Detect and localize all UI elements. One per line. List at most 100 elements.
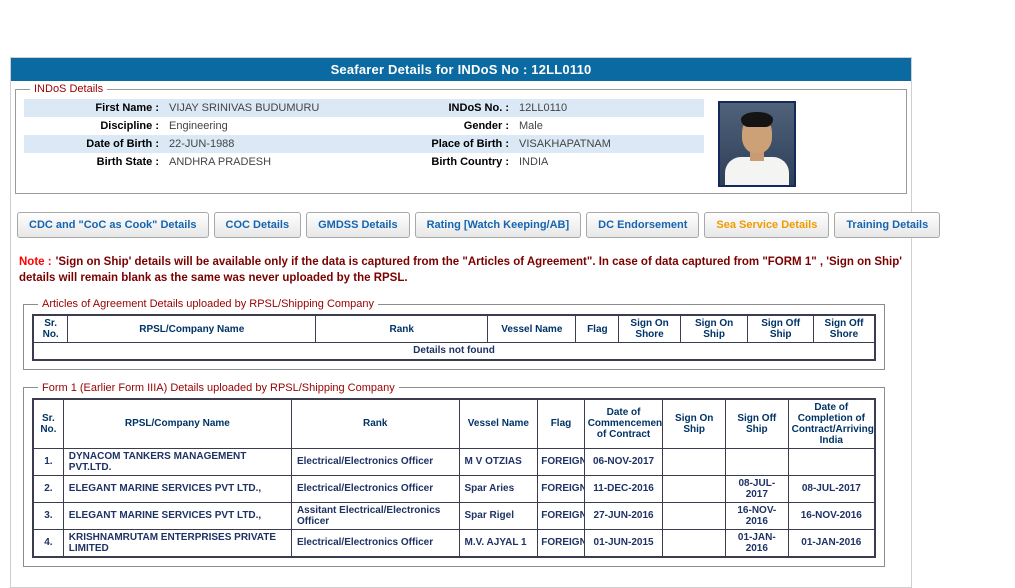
column-header: Date of Commencement of Contract: [584, 399, 663, 449]
cell-flag: FOREIGN: [538, 475, 584, 502]
date-of-birth-label: Date of Birth :: [24, 135, 164, 153]
column-header: Sr. No.: [33, 315, 68, 343]
first-name-value: VIJAY SRINIVAS BUDUMURU: [164, 99, 394, 117]
cell-vessel: Spar Rigel: [459, 502, 538, 529]
cell-completion-date: 08-JUL-2017: [788, 475, 875, 502]
cell-rank: Electrical/Electronics Officer: [291, 448, 459, 475]
cell-company: ELEGANT MARINE SERVICES PVT LTD.,: [63, 475, 291, 502]
birth-country-label: Birth Country :: [394, 153, 514, 171]
cell-sr-no: 3.: [33, 502, 63, 529]
column-header: RPSL/Company Name: [63, 399, 291, 449]
gender-label: Gender :: [394, 117, 514, 135]
first-name-label: First Name :: [24, 99, 164, 117]
note-body: 'Sign on Ship' details will be available…: [19, 256, 902, 284]
cell-completion-date: 01-JAN-2016: [788, 529, 875, 557]
indos-details-table: First Name : VIJAY SRINIVAS BUDUMURU IND…: [24, 99, 704, 171]
tab-sea-service-details[interactable]: Sea Service Details: [704, 212, 829, 238]
table-row: 2. ELEGANT MARINE SERVICES PVT LTD., Ele…: [33, 475, 875, 502]
column-header: Sign On Shore: [619, 315, 680, 343]
cell-completion-date: [788, 448, 875, 475]
tab-training-details[interactable]: Training Details: [834, 212, 940, 238]
birth-state-value: ANDHRA PRADESH: [164, 153, 394, 171]
form1-legend: Form 1 (Earlier Form IIIA) Details uploa…: [38, 382, 399, 394]
articles-of-agreement-table: Sr. No. RPSL/Company Name Rank Vessel Na…: [32, 314, 876, 361]
note-label: Note :: [19, 256, 52, 268]
cell-flag: FOREIGN: [538, 529, 584, 557]
place-of-birth-value: VISAKHAPATNAM: [514, 135, 704, 153]
column-header: Vessel Name: [488, 315, 576, 343]
column-header: Flag: [538, 399, 584, 449]
table-row: 3. ELEGANT MARINE SERVICES PVT LTD., Ass…: [33, 502, 875, 529]
page-title: Seafarer Details for INDoS No : 12LL0110: [11, 58, 911, 81]
gender-value: Male: [514, 117, 704, 135]
articles-of-agreement-legend: Articles of Agreement Details uploaded b…: [38, 298, 378, 310]
cell-rank: Assitant Electrical/Electronics Officer: [291, 502, 459, 529]
photo-hair-graphic: [741, 112, 773, 127]
tab-cdc-coc-as-cook-details[interactable]: CDC and "CoC as Cook" Details: [17, 212, 209, 238]
column-header: Sr. No.: [33, 399, 63, 449]
table-row: 4. KRISHNAMRUTAM ENTERPRISES PRIVATE LIM…: [33, 529, 875, 557]
column-header: Sign On Ship: [680, 315, 748, 343]
birth-country-value: INDIA: [514, 153, 704, 171]
cell-sign-on-ship: [663, 502, 726, 529]
indos-no-value: 12LL0110: [514, 99, 704, 117]
cell-completion-date: 16-NOV-2016: [788, 502, 875, 529]
column-header: Sign Off Ship: [748, 315, 814, 343]
place-of-birth-label: Place of Birth :: [394, 135, 514, 153]
photo-shirt-graphic: [725, 157, 789, 187]
column-header: Date of Completion of Contract/Arriving …: [788, 399, 875, 449]
table-row: Discipline : Engineering Gender : Male: [24, 117, 704, 135]
cell-company: DYNACOM TANKERS MANAGEMENT PVT.LTD.: [63, 448, 291, 475]
cell-sign-on-ship: [663, 529, 726, 557]
birth-state-label: Birth State :: [24, 153, 164, 171]
discipline-label: Discipline :: [24, 117, 164, 135]
cell-company: KRISHNAMRUTAM ENTERPRISES PRIVATE LIMITE…: [63, 529, 291, 557]
articles-of-agreement-section: Articles of Agreement Details uploaded b…: [23, 298, 885, 370]
tab-gmdss-details[interactable]: GMDSS Details: [306, 212, 409, 238]
cell-commencement-date: 06-NOV-2017: [584, 448, 663, 475]
column-header: Rank: [316, 315, 488, 343]
cell-sign-on-ship: [663, 448, 726, 475]
column-header: RPSL/Company Name: [68, 315, 316, 343]
cell-sr-no: 2.: [33, 475, 63, 502]
cell-rank: Electrical/Electronics Officer: [291, 529, 459, 557]
cell-vessel: M V OTZIAS: [459, 448, 538, 475]
cell-flag: FOREIGN: [538, 502, 584, 529]
cell-sign-off-ship: 01-JAN-2016: [726, 529, 789, 557]
cell-sr-no: 4.: [33, 529, 63, 557]
cell-commencement-date: 11-DEC-2016: [584, 475, 663, 502]
tab-rating-watch-keeping-ab[interactable]: Rating [Watch Keeping/AB]: [415, 212, 582, 238]
seafarer-photo: [718, 101, 796, 187]
cell-sign-off-ship: [726, 448, 789, 475]
cell-sign-off-ship: 16-NOV-2016: [726, 502, 789, 529]
cell-commencement-date: 27-JUN-2016: [584, 502, 663, 529]
table-header-row: Sr. No. RPSL/Company Name Rank Vessel Na…: [33, 399, 875, 449]
indos-no-label: INDoS No. :: [394, 99, 514, 117]
column-header: Sign On Ship: [663, 399, 726, 449]
cell-commencement-date: 01-JUN-2015: [584, 529, 663, 557]
column-header: Sign Off Shore: [813, 315, 875, 343]
column-header: Sign Off Ship: [726, 399, 789, 449]
tab-coc-details[interactable]: COC Details: [214, 212, 302, 238]
note-text: Note :'Sign on Ship' details will be ava…: [19, 254, 903, 286]
cell-company: ELEGANT MARINE SERVICES PVT LTD.,: [63, 502, 291, 529]
table-row: First Name : VIJAY SRINIVAS BUDUMURU IND…: [24, 99, 704, 117]
column-header: Flag: [576, 315, 619, 343]
content-container: Seafarer Details for INDoS No : 12LL0110…: [10, 57, 912, 588]
cell-rank: Electrical/Electronics Officer: [291, 475, 459, 502]
table-row: Details not found: [33, 343, 875, 360]
form1-section: Form 1 (Earlier Form IIIA) Details uploa…: [23, 382, 885, 567]
cell-vessel: M.V. AJYAL 1: [459, 529, 538, 557]
indos-details-legend: INDoS Details: [30, 83, 107, 95]
cell-flag: FOREIGN: [538, 448, 584, 475]
table-row: Birth State : ANDHRA PRADESH Birth Count…: [24, 153, 704, 171]
cell-vessel: Spar Aries: [459, 475, 538, 502]
discipline-value: Engineering: [164, 117, 394, 135]
column-header: Vessel Name: [459, 399, 538, 449]
column-header: Rank: [291, 399, 459, 449]
tab-dc-endorsement[interactable]: DC Endorsement: [586, 212, 699, 238]
table-header-row: Sr. No. RPSL/Company Name Rank Vessel Na…: [33, 315, 875, 343]
indos-details-section: INDoS Details First Name : VIJAY SRINIVA…: [15, 83, 907, 194]
table-row: 1. DYNACOM TANKERS MANAGEMENT PVT.LTD. E…: [33, 448, 875, 475]
details-tabs: CDC and "CoC as Cook" Details COC Detail…: [17, 212, 905, 238]
